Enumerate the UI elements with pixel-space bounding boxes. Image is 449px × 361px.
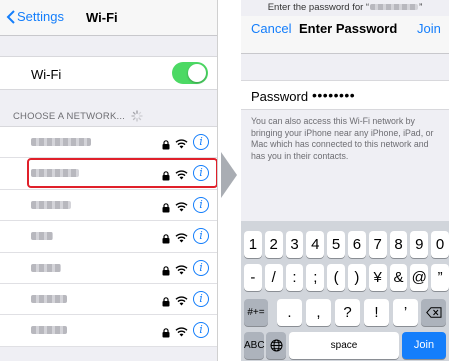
- key-symbol[interactable]: @: [410, 264, 429, 291]
- prompt-prefix: Enter the password for “: [267, 2, 370, 13]
- redacted-network-name: [31, 232, 53, 241]
- network-row[interactable]: i: [0, 221, 217, 253]
- key-punctuation[interactable]: ,: [306, 299, 331, 326]
- wifi-signal-icon: [175, 199, 188, 217]
- info-icon[interactable]: i: [193, 322, 209, 339]
- redacted-network-name: [31, 326, 67, 335]
- wifi-signal-icon: [175, 230, 188, 248]
- lock-icon: [162, 325, 170, 343]
- back-button-label: Settings: [17, 9, 64, 24]
- key-punctuation[interactable]: ’: [393, 299, 418, 326]
- wifi-signal-icon: [175, 136, 188, 154]
- backspace-icon: [425, 307, 441, 318]
- redacted-network-name: [31, 200, 71, 209]
- lock-icon: [162, 231, 170, 249]
- info-icon[interactable]: i: [193, 228, 209, 245]
- key-2[interactable]: 3: [285, 231, 304, 258]
- key-symbol[interactable]: :: [285, 264, 304, 291]
- wifi-signal-icon: [175, 167, 188, 185]
- keyboard-join-key[interactable]: Join: [402, 332, 446, 359]
- abc-key[interactable]: ABC: [244, 332, 265, 359]
- redacted-network-name: [370, 4, 419, 11]
- wifi-toggle-row: Wi-Fi: [0, 56, 217, 90]
- info-icon[interactable]: i: [193, 196, 209, 213]
- lock-icon: [162, 168, 170, 186]
- info-icon[interactable]: i: [193, 134, 209, 150]
- network-row[interactable]: i: [0, 158, 217, 190]
- wifi-toggle-switch[interactable]: [172, 62, 208, 84]
- key-3[interactable]: 4: [306, 231, 325, 258]
- cancel-button[interactable]: Cancel: [251, 21, 291, 36]
- key-1[interactable]: 2: [264, 231, 283, 258]
- page-title: Wi-Fi: [86, 10, 118, 25]
- prompt-suffix: ”: [419, 2, 423, 13]
- lock-icon: [162, 200, 170, 218]
- toggle-knob: [188, 64, 206, 82]
- password-field[interactable]: ••••••••: [312, 87, 355, 103]
- wifi-signal-icon: [175, 293, 188, 311]
- wifi-toggle-label: Wi-Fi: [31, 67, 62, 82]
- key-9[interactable]: 0: [431, 231, 449, 258]
- key-punctuation[interactable]: .: [277, 299, 302, 326]
- key-8[interactable]: 9: [410, 231, 429, 258]
- password-prompt: Enter the password for “ ”: [241, 2, 449, 13]
- network-row[interactable]: i: [0, 190, 217, 222]
- info-icon[interactable]: i: [193, 165, 209, 182]
- globe-key[interactable]: [266, 332, 286, 359]
- keyboard: 1 2 3 4 5 6 7 8 9 0 - /:;() ¥ & @” #+=.,?!’ ABC space Join: [241, 221, 449, 361]
- redacted-network-name: [31, 263, 61, 272]
- key-4[interactable]: 5: [327, 231, 345, 258]
- info-icon[interactable]: i: [193, 259, 209, 276]
- section-header-label: CHOOSE A NETWORK...: [13, 110, 126, 122]
- key-symbol[interactable]: /: [264, 264, 283, 291]
- password-label: Password: [251, 89, 309, 104]
- password-help-text: You can also access this Wi-Fi network b…: [251, 116, 434, 161]
- key-symbol[interactable]: &: [389, 264, 408, 291]
- arrow-right-icon: [221, 152, 237, 198]
- key-symbol[interactable]: ): [348, 264, 366, 291]
- wifi-settings-screen: Settings Wi-Fi Wi-Fi CHOOSE A NETWORK...…: [0, 0, 218, 361]
- join-button[interactable]: Join: [417, 21, 441, 36]
- key-5[interactable]: 6: [348, 231, 366, 258]
- network-row[interactable]: i: [0, 315, 217, 347]
- key-7[interactable]: 8: [389, 231, 408, 258]
- lock-icon: [162, 294, 170, 312]
- network-row[interactable]: i: [0, 253, 217, 284]
- key-symbol[interactable]: ¥: [368, 264, 387, 291]
- loading-spinner-icon: [131, 110, 143, 122]
- key-symbol[interactable]: (: [327, 264, 345, 291]
- password-row: Password ••••••••: [241, 80, 449, 110]
- key-punctuation[interactable]: !: [364, 299, 389, 326]
- key-punctuation[interactable]: ?: [335, 299, 360, 326]
- lock-icon: [162, 137, 170, 155]
- globe-icon: [270, 339, 282, 352]
- chevron-left-icon: [6, 9, 15, 24]
- enter-password-screen: Enter the password for “ ” Cancel Enter P…: [241, 0, 449, 361]
- space-key[interactable]: space: [289, 332, 399, 359]
- redacted-network-name: [31, 294, 67, 303]
- lock-icon: [162, 263, 170, 281]
- navigation-bar: Settings Wi-Fi: [0, 0, 217, 36]
- network-row[interactable]: i: [0, 127, 217, 159]
- wifi-signal-icon: [175, 324, 188, 342]
- key-symbol[interactable]: ”: [431, 264, 449, 291]
- back-button[interactable]: Settings: [6, 9, 64, 24]
- key-0[interactable]: 1: [244, 231, 262, 258]
- password-title: Enter Password: [299, 21, 398, 36]
- key-6[interactable]: 7: [368, 231, 387, 258]
- section-header: CHOOSE A NETWORK...: [13, 110, 143, 122]
- network-row[interactable]: i: [0, 284, 217, 316]
- key-symbol[interactable]: -: [244, 264, 262, 291]
- wifi-signal-icon: [175, 262, 188, 280]
- key-symbol[interactable]: ;: [306, 264, 325, 291]
- info-icon[interactable]: i: [193, 290, 209, 307]
- redacted-network-name: [31, 169, 79, 178]
- backspace-key[interactable]: [421, 299, 446, 326]
- network-list: iiiiiii: [0, 126, 217, 347]
- more-symbols-key[interactable]: #+=: [244, 299, 268, 326]
- redacted-network-name: [31, 138, 91, 146]
